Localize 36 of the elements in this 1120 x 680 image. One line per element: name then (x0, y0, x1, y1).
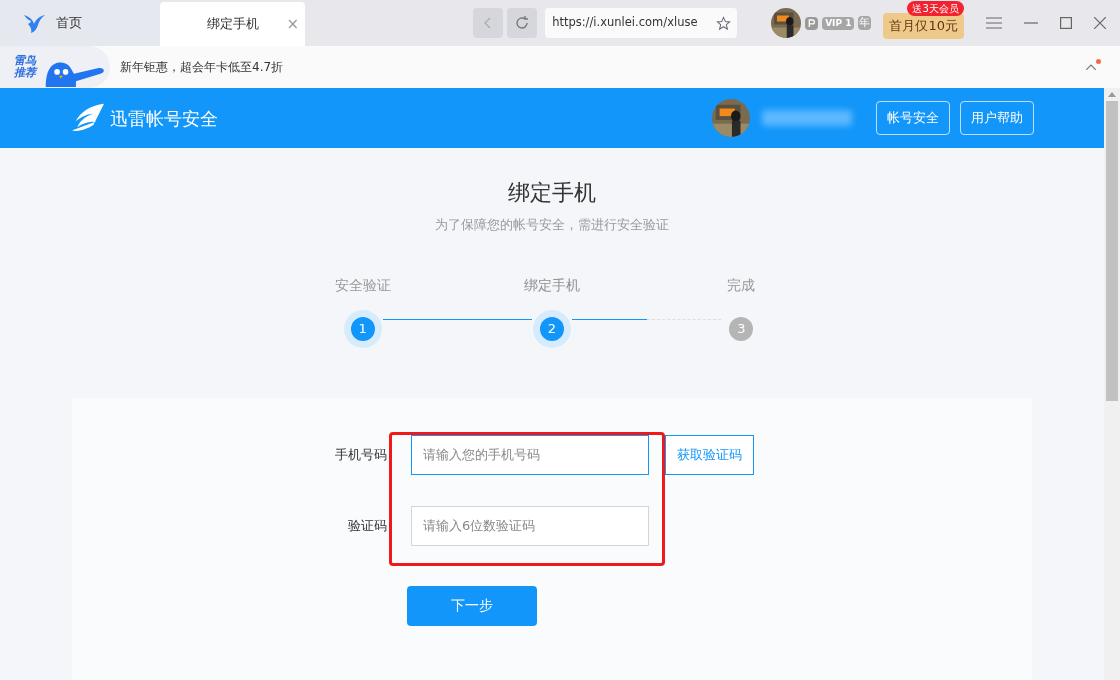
close-icon[interactable] (1094, 17, 1106, 29)
logo-icon (70, 102, 106, 134)
field-label: 验证码 (347, 516, 387, 535)
step-label: 完成 (727, 275, 756, 295)
header-button[interactable]: 用户帮助 (960, 101, 1034, 135)
site-title: 迅雷帐号安全 (110, 106, 218, 131)
step-label: 安全验证 (334, 275, 391, 295)
step-label: 绑定手机 (524, 275, 580, 295)
banner-label: 雷鸟推荐 (14, 55, 39, 79)
scrollbar-thumb[interactable] (1106, 101, 1118, 401)
step-number: 2 (540, 316, 564, 341)
close-tab-button[interactable]: × (286, 12, 299, 36)
promo-badge: 送3天会员 (907, 1, 964, 16)
reload-button[interactable] (507, 8, 538, 38)
maximize-icon[interactable] (1060, 17, 1072, 29)
reload-icon (514, 15, 531, 31)
collapse-icon[interactable] (1086, 64, 1096, 70)
get-code-button[interactable]: 获取验证码 (665, 434, 754, 475)
next-button[interactable]: 下一步 (407, 585, 537, 626)
step-number: 1 (350, 316, 375, 341)
star-icon[interactable] (716, 15, 732, 31)
vip-badge: VIP 1 (822, 16, 855, 30)
header-button[interactable]: 帐号安全 (876, 101, 950, 135)
field-label: 手机号码 (334, 445, 387, 464)
browser-tab[interactable]: 绑定手机 × (160, 2, 305, 46)
scroll-up-icon[interactable] (1108, 92, 1116, 97)
page-subtitle: 为了保障您的帐号安全，需进行安全验证 (435, 216, 669, 234)
address-field[interactable]: https://i.xunlei.com/xluse (545, 8, 738, 38)
promo-text: 新年钜惠，超会年卡低至4.7折 (120, 59, 284, 76)
page-title: 绑定手机 (508, 179, 596, 207)
step-number: 3 (729, 316, 754, 341)
menu-icon[interactable] (986, 17, 1002, 29)
vip-p-icon (805, 16, 819, 30)
promo-button[interactable]: 首月仅10元 (883, 13, 964, 39)
input-field[interactable]: 请输入您的手机号码 (411, 434, 649, 475)
year-badge: 年 (858, 16, 872, 30)
